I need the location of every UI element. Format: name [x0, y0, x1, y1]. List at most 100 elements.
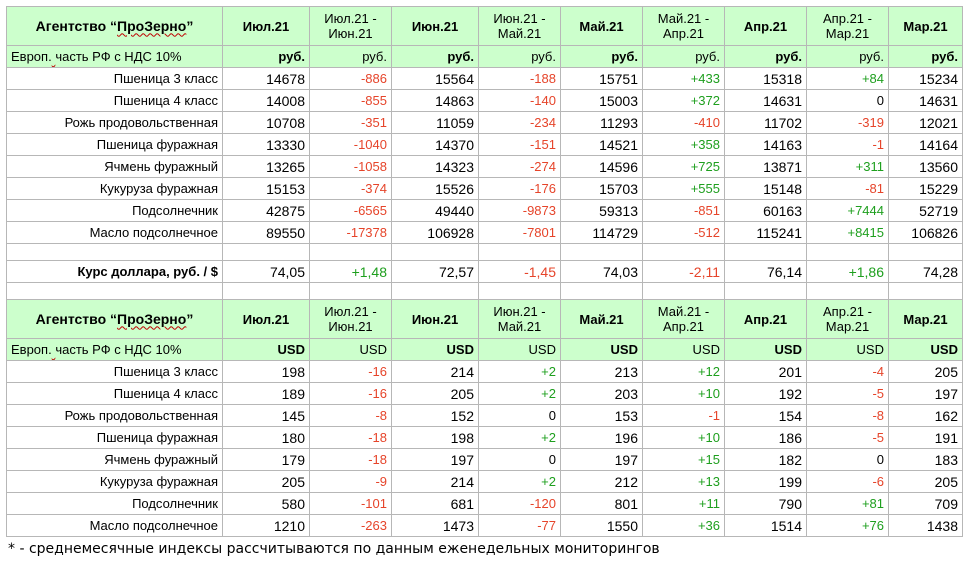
price-cell: 203 [560, 382, 643, 405]
rate-change-cell: -2,11 [642, 260, 725, 283]
empty-cell [478, 243, 561, 261]
price-cell: 179 [222, 448, 310, 471]
change-cell: -4 [806, 360, 889, 383]
commodity-name: Кукуруза фуражная [6, 177, 223, 200]
price-cell: 198 [391, 426, 479, 449]
empty-cell [560, 282, 643, 300]
price-cell: 14370 [391, 133, 479, 156]
table-row: Пшеница 3 класс 14678 -886 15564 -188 15751 +4… [6, 67, 963, 90]
table-row: Ячмень фуражный 179 -18 197 0 197 +15 182 0 183 [6, 448, 963, 471]
price-cell: 15703 [560, 177, 643, 200]
change-cell: +15 [642, 448, 725, 471]
price-cell: 197 [391, 448, 479, 471]
commodity-name: Ячмень фуражный [6, 448, 223, 471]
empty-cell [222, 243, 310, 261]
column-header-6: Апр.21 [724, 6, 807, 46]
change-cell: -140 [478, 89, 561, 112]
change-cell: +358 [642, 133, 725, 156]
unit-cell-8: руб. [888, 45, 963, 68]
change-cell: +10 [642, 426, 725, 449]
price-cell: 191 [888, 426, 963, 449]
price-cell: 192 [724, 382, 807, 405]
change-cell: -5 [806, 426, 889, 449]
price-cell: 14631 [724, 89, 807, 112]
price-cell: 681 [391, 492, 479, 515]
table-row: Ячмень фуражный 13265 -1058 14323 -274 14596 +… [6, 155, 963, 178]
table-row: Масло подсолнечное 1210 -263 1473 -77 1550 +36… [6, 514, 963, 537]
commodity-name: Пшеница 3 класс [6, 360, 223, 383]
rate-row: Курс доллара, руб. / $74,05 +1,48 72,57 -1,… [6, 260, 963, 283]
change-cell: -18 [309, 426, 392, 449]
change-cell: -851 [642, 199, 725, 222]
change-cell: -855 [309, 89, 392, 112]
price-cell: 15234 [888, 67, 963, 90]
column-header-5: Май.21 - Апр.21 [642, 6, 725, 46]
change-cell: 0 [478, 404, 561, 427]
column-header-8: Мар.21 [888, 6, 963, 46]
change-cell: +725 [642, 155, 725, 178]
price-cell: 152 [391, 404, 479, 427]
price-cell: 14631 [888, 89, 963, 112]
change-cell: -9 [309, 470, 392, 493]
change-cell: -17378 [309, 221, 392, 244]
empty-cell [806, 243, 889, 261]
spacer-row [6, 243, 963, 261]
table-row: Пшеница фуражная 13330 -1040 14370 -151 14521… [6, 133, 963, 156]
empty-cell [806, 282, 889, 300]
price-cell: 14163 [724, 133, 807, 156]
agency-title: Агентство “ПроЗерно” [6, 6, 223, 46]
change-cell: -234 [478, 111, 561, 134]
change-cell: -1040 [309, 133, 392, 156]
rate-change-cell: +1,48 [309, 260, 392, 283]
empty-cell [642, 282, 725, 300]
price-cell: 709 [888, 492, 963, 515]
table-row: Кукуруза фуражная 15153 -374 15526 -176 15703… [6, 177, 963, 200]
column-header-3: Июн.21 - Май.21 [478, 299, 561, 339]
column-header-4: Май.21 [560, 6, 643, 46]
column-header-8: Мар.21 [888, 299, 963, 339]
change-cell: 0 [478, 448, 561, 471]
unit-row: Европ. часть РФ с НДС 10% USD USD USD USD USD… [6, 338, 963, 361]
price-cell: 197 [560, 448, 643, 471]
change-cell: -16 [309, 360, 392, 383]
unit-cell-7: USD [806, 338, 889, 361]
change-cell: -263 [309, 514, 392, 537]
empty-cell [391, 282, 479, 300]
price-cell: 199 [724, 470, 807, 493]
empty-cell [724, 243, 807, 261]
change-cell: -274 [478, 155, 561, 178]
change-cell: +12 [642, 360, 725, 383]
table-row: Масло подсолнечное 89550 -17378 106928 -7801… [6, 221, 963, 244]
unit-cell-7: руб. [806, 45, 889, 68]
price-cell: 15003 [560, 89, 643, 112]
change-cell: -5 [806, 382, 889, 405]
column-header-0: Июл.21 [222, 299, 310, 339]
price-cell: 1438 [888, 514, 963, 537]
price-cell: 13560 [888, 155, 963, 178]
rate-cell: 74,05 [222, 260, 310, 283]
rate-label: Курс доллара, руб. / $ [6, 260, 223, 283]
price-cell: 52719 [888, 199, 963, 222]
price-cell: 198 [222, 360, 310, 383]
unit-cell-2: USD [391, 338, 479, 361]
unit-cell-4: руб. [560, 45, 643, 68]
column-header-5: Май.21 - Апр.21 [642, 299, 725, 339]
commodity-name: Ячмень фуражный [6, 155, 223, 178]
price-cell: 196 [560, 426, 643, 449]
table-row: Пшеница 4 класс 189 -16 205 +2 203 +10 192 -5 197 [6, 382, 963, 405]
price-cell: 14323 [391, 155, 479, 178]
price-cell: 214 [391, 360, 479, 383]
commodity-name: Кукуруза фуражная [6, 470, 223, 493]
table-row: Пшеница 3 класс 198 -16 214 +2 213 +12 201 -4 205 [6, 360, 963, 383]
price-cell: 14678 [222, 67, 310, 90]
change-cell: -77 [478, 514, 561, 537]
price-cell: 212 [560, 470, 643, 493]
price-cell: 205 [391, 382, 479, 405]
empty-cell [478, 282, 561, 300]
change-cell: -151 [478, 133, 561, 156]
change-cell: 0 [806, 448, 889, 471]
price-cell: 106826 [888, 221, 963, 244]
unit-cell-8: USD [888, 338, 963, 361]
price-cell: 15153 [222, 177, 310, 200]
change-cell: -374 [309, 177, 392, 200]
